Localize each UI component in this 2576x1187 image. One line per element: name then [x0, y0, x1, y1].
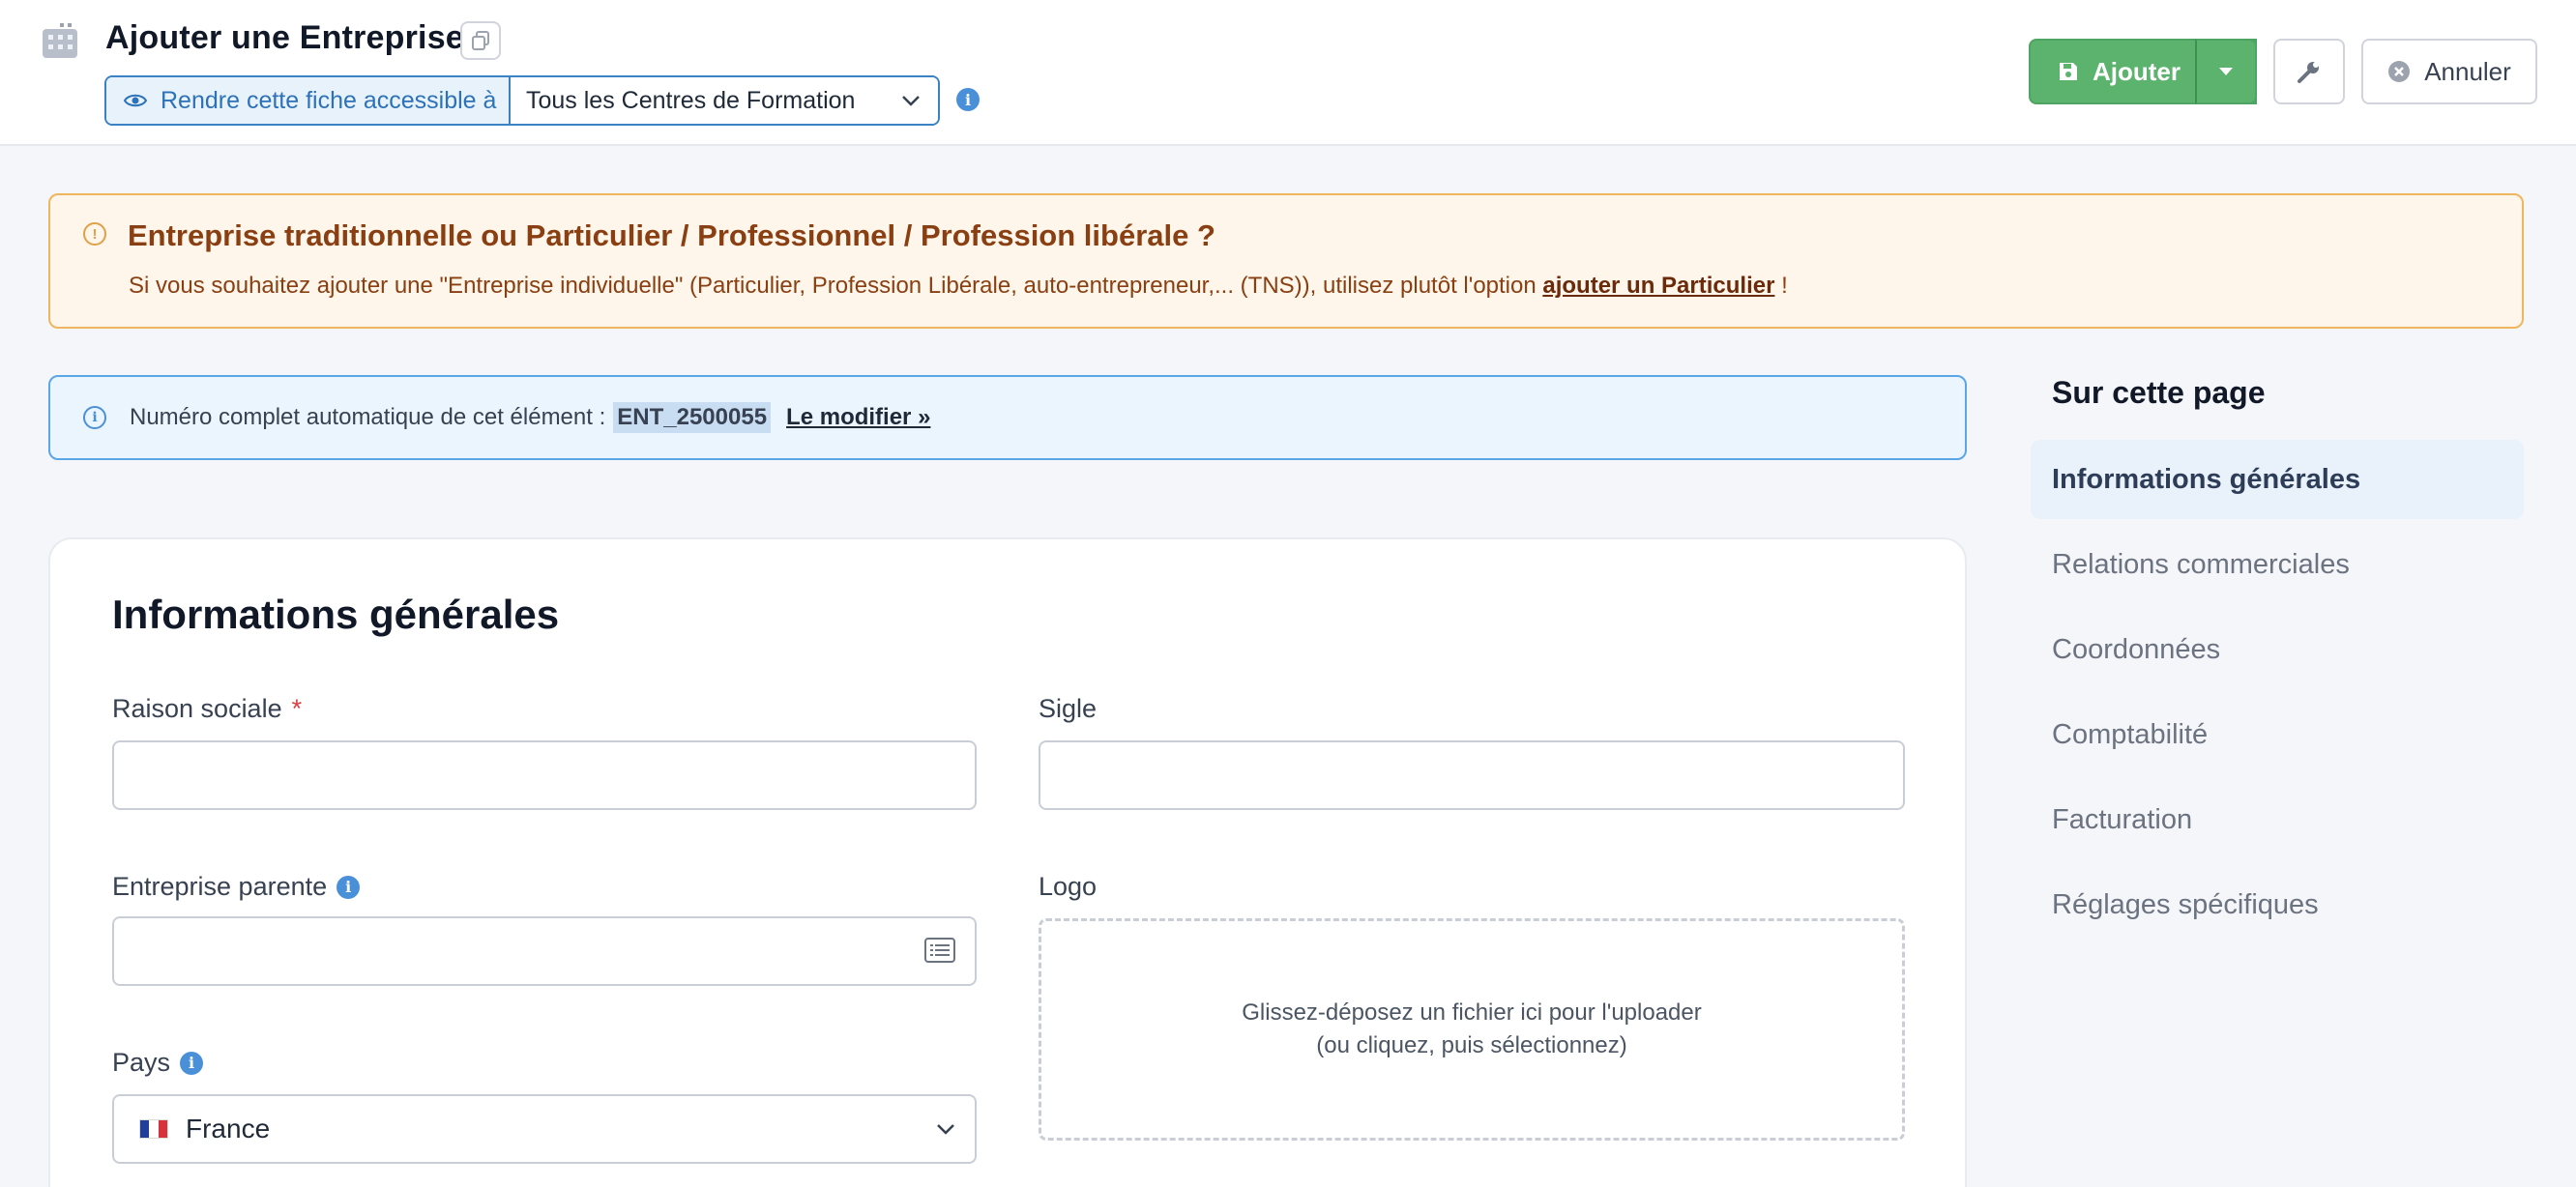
list-picker-icon[interactable]	[924, 938, 955, 963]
sigle-label: Sigle	[1039, 694, 1098, 723]
top-header: Ajouter une Entreprise Rendre cette fich…	[0, 0, 2576, 146]
wrench-icon	[2298, 62, 2319, 83]
pays-value: France	[186, 1114, 271, 1144]
tools-button[interactable]	[2273, 39, 2345, 104]
warning-icon: !	[83, 222, 106, 246]
warning-alert-text: Si vous souhaitez ajouter une "Entrepris…	[129, 273, 1543, 299]
visibility-label-text: Rendre cette fiche accessible à	[161, 86, 497, 114]
toc-title: Sur cette page	[2052, 375, 2266, 410]
visibility-value: Tous les Centres de Formation	[526, 86, 856, 114]
raison-sociale-input[interactable]	[112, 740, 977, 810]
logo-dropzone[interactable]: Glissez-déposez un fichier ici pour l'up…	[1039, 918, 1905, 1141]
raison-sociale-label: Raison sociale *	[112, 694, 302, 724]
dropzone-line-1: Glissez-déposez un fichier ici pour l'up…	[1242, 999, 1702, 1026]
logo-label: Logo	[1039, 872, 1098, 901]
visibility-label: Rendre cette fiche accessible à	[106, 77, 511, 124]
info-alert-text: Numéro complet automatique de cet élémen…	[130, 404, 606, 430]
company-building-icon	[43, 23, 77, 58]
element-number: ENT_2500055	[613, 402, 772, 433]
raison-sociale-label-text: Raison sociale	[112, 694, 282, 723]
entreprise-parente-label-text: Entreprise parente	[112, 872, 328, 901]
add-options-dropdown[interactable]	[2195, 39, 2257, 104]
required-marker: *	[291, 694, 303, 723]
chevron-down-icon	[902, 96, 920, 106]
toc-item-informations-generales[interactable]: Informations générales	[2031, 440, 2524, 519]
cancel-button-label: Annuler	[2424, 56, 2511, 86]
warning-alert: ! Entreprise traditionnelle ou Particuli…	[48, 193, 2524, 329]
warning-alert-text-end: !	[1774, 273, 1788, 299]
chevron-down-icon	[937, 1124, 954, 1135]
entreprise-parente-info-icon[interactable]: i	[337, 875, 361, 899]
info-icon: i	[83, 406, 106, 429]
close-circle-icon	[2388, 61, 2411, 82]
section-title: Informations générales	[112, 592, 560, 637]
caret-down-icon	[2219, 68, 2233, 75]
visibility-selector: Rendre cette fiche accessible à Tous les…	[104, 75, 940, 126]
save-icon	[2060, 63, 2077, 80]
eye-icon	[124, 94, 147, 107]
page-title: Ajouter une Entreprise	[105, 19, 464, 56]
warning-alert-body: Si vous souhaitez ajouter une "Entrepris…	[129, 273, 1788, 300]
cancel-button[interactable]: Annuler	[2361, 39, 2537, 104]
toc-item-facturation[interactable]: Facturation	[2031, 780, 2524, 859]
pays-selected: France	[139, 1114, 270, 1144]
toc-item-coordonnees[interactable]: Coordonnées	[2031, 610, 2524, 689]
visibility-info-icon[interactable]: i	[956, 88, 980, 111]
add-button-label: Ajouter	[2093, 56, 2181, 86]
pays-info-icon[interactable]: i	[180, 1051, 204, 1075]
entreprise-parente-label: Entreprise parente i	[112, 872, 361, 902]
sigle-input[interactable]	[1039, 740, 1905, 810]
copy-icon	[472, 31, 489, 50]
add-individual-link[interactable]: ajouter un Particulier	[1542, 273, 1774, 299]
warning-alert-title: Entreprise traditionnelle ou Particulier…	[128, 218, 1215, 252]
pays-select[interactable]: France	[112, 1094, 977, 1164]
info-alert: i Numéro complet automatique de cet élém…	[48, 375, 1967, 460]
entreprise-parente-input[interactable]	[112, 916, 977, 986]
toc-item-reglages-specifiques[interactable]: Réglages spécifiques	[2031, 865, 2524, 944]
duplicate-button[interactable]	[460, 21, 501, 60]
france-flag-icon	[139, 1119, 168, 1139]
visibility-dropdown[interactable]: Tous les Centres de Formation	[511, 77, 938, 124]
pays-label: Pays i	[112, 1048, 204, 1078]
toc-item-relations-commerciales[interactable]: Relations commerciales	[2031, 525, 2524, 604]
toc-item-comptabilite[interactable]: Comptabilité	[2031, 695, 2524, 774]
pays-label-text: Pays	[112, 1048, 171, 1077]
modify-number-link[interactable]: Le modifier »	[786, 404, 930, 431]
dropzone-line-2: (ou cliquez, puis sélectionnez)	[1316, 1032, 1627, 1058]
